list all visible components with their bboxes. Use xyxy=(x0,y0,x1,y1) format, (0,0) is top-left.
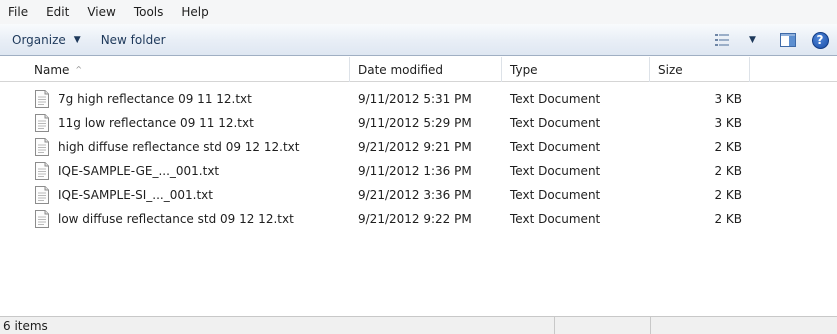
menu-help[interactable]: Help xyxy=(180,3,209,21)
new-folder-label: New folder xyxy=(100,32,166,47)
file-date-modified: 9/21/2012 3:36 PM xyxy=(358,188,472,202)
file-date-modified: 9/11/2012 1:36 PM xyxy=(358,164,472,178)
new-folder-button[interactable]: New folder xyxy=(101,33,166,47)
file-type: Text Document xyxy=(510,92,601,106)
file-name: low diffuse reflectance std 09 12 12.txt xyxy=(38,206,294,232)
column-header-name-label: Name xyxy=(34,62,70,77)
chevron-down-icon: ▼ xyxy=(73,34,81,45)
file-row[interactable]: 7g high reflectance 09 11 12.txt 9/11/201… xyxy=(0,86,837,112)
organize-label: Organize xyxy=(12,32,66,47)
file-type: Text Document xyxy=(510,188,601,202)
file-name-label: 7g high reflectance 09 11 12.txt xyxy=(58,92,252,106)
column-header-date[interactable]: Date modified xyxy=(350,57,502,82)
file-row[interactable]: high diffuse reflectance std 09 12 12.tx… xyxy=(0,134,837,160)
menu-bar: File Edit View Tools Help xyxy=(0,0,837,24)
file-size: 3 KB xyxy=(714,92,742,106)
file-date-modified: 9/21/2012 9:21 PM xyxy=(358,140,472,154)
details-view-icon xyxy=(715,34,729,46)
file-name-label: IQE-SAMPLE-GE_..._001.txt xyxy=(58,164,220,178)
file-row[interactable]: 11g low reflectance 09 11 12.txt 9/11/201… xyxy=(0,110,837,136)
file-row[interactable]: low diffuse reflectance std 09 12 12.txt… xyxy=(0,206,837,232)
file-name: 7g high reflectance 09 11 12.txt xyxy=(38,86,252,112)
sort-ascending-icon: ^ xyxy=(75,65,83,74)
file-row[interactable]: IQE-SAMPLE-SI_..._001.txt 9/21/2012 3:36 … xyxy=(0,182,837,208)
file-date-modified: 9/21/2012 9:22 PM xyxy=(358,212,472,226)
file-list: 7g high reflectance 09 11 12.txt 9/11/201… xyxy=(0,82,837,316)
command-bar: Organize ▼ New folder ▼ ? xyxy=(0,24,837,56)
column-header-name[interactable]: Name ^ xyxy=(0,57,350,82)
column-header-row: Name ^ Date modified Type Size xyxy=(0,57,837,82)
file-name-label: IQE-SAMPLE-SI_..._001.txt xyxy=(58,188,213,202)
organize-button[interactable]: Organize ▼ xyxy=(12,33,81,47)
column-header-date-label: Date modified xyxy=(358,62,444,77)
status-bar: 6 items xyxy=(0,316,837,334)
menu-file[interactable]: File xyxy=(7,3,29,21)
column-header-size-label: Size xyxy=(658,62,683,77)
file-size: 2 KB xyxy=(714,188,742,202)
file-size: 2 KB xyxy=(714,212,742,226)
file-name-label: high diffuse reflectance std 09 12 12.tx… xyxy=(58,140,300,154)
menu-edit[interactable]: Edit xyxy=(45,3,70,21)
file-type: Text Document xyxy=(510,140,601,154)
column-header-type[interactable]: Type xyxy=(502,57,650,82)
file-name: IQE-SAMPLE-SI_..._001.txt xyxy=(38,182,213,208)
status-segment xyxy=(650,316,837,334)
column-header-type-label: Type xyxy=(510,62,538,77)
preview-pane-button[interactable] xyxy=(773,33,803,47)
file-size: 2 KB xyxy=(714,140,742,154)
preview-pane-icon xyxy=(780,33,796,47)
help-icon: ? xyxy=(811,31,829,49)
file-name: IQE-SAMPLE-GE_..._001.txt xyxy=(38,158,219,184)
item-count: 6 items xyxy=(3,318,48,333)
status-segment xyxy=(554,316,650,334)
views-chevron-down-icon: ▼ xyxy=(749,35,756,45)
help-button[interactable]: ? xyxy=(803,31,837,49)
menu-tools[interactable]: Tools xyxy=(133,3,165,21)
file-type: Text Document xyxy=(510,212,601,226)
file-name: 11g low reflectance 09 11 12.txt xyxy=(38,110,254,136)
file-date-modified: 9/11/2012 5:29 PM xyxy=(358,116,472,130)
file-type: Text Document xyxy=(510,116,601,130)
change-view-button[interactable]: ▼ xyxy=(711,34,773,46)
file-name-label: 11g low reflectance 09 11 12.txt xyxy=(58,116,254,130)
file-type: Text Document xyxy=(510,164,601,178)
menu-view[interactable]: View xyxy=(86,3,116,21)
file-name: high diffuse reflectance std 09 12 12.tx… xyxy=(38,134,299,160)
file-size: 3 KB xyxy=(714,116,742,130)
file-size: 2 KB xyxy=(714,164,742,178)
file-row[interactable]: IQE-SAMPLE-GE_..._001.txt 9/11/2012 1:36 … xyxy=(0,158,837,184)
column-header-size[interactable]: Size xyxy=(650,57,750,82)
file-date-modified: 9/11/2012 5:31 PM xyxy=(358,92,472,106)
file-name-label: low diffuse reflectance std 09 12 12.txt xyxy=(58,212,294,226)
